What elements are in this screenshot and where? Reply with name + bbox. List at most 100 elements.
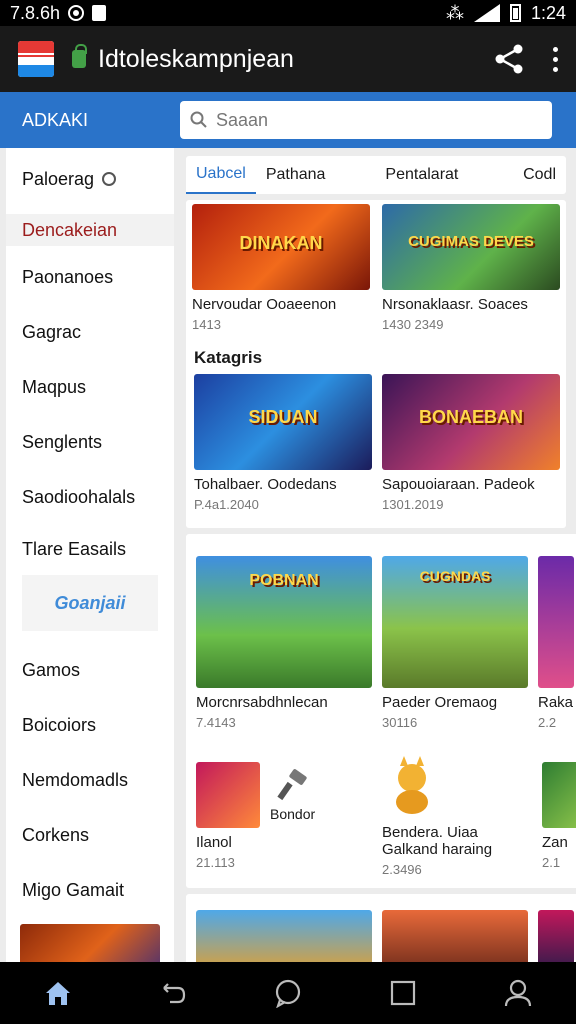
game-value: 2.2 — [538, 715, 557, 730]
game-tile-small[interactable]: Zan 2.1 — [542, 762, 576, 870]
tab-bar: Uabcel Pathana Pentalarat Codl — [186, 156, 566, 194]
status-bar: 7.8.6h ⁂ 1:24 — [0, 0, 576, 26]
more-options-icon[interactable] — [552, 46, 558, 72]
search-icon[interactable] — [102, 172, 117, 186]
sidebar-item-9[interactable]: Boicoiors — [6, 698, 174, 753]
profile-icon[interactable] — [503, 978, 533, 1008]
game-value: 7.4143 — [196, 715, 236, 730]
game-tile[interactable]: CUGIMAS DEVES Nrsonaklaasr. Soaces 1430 … — [382, 204, 560, 332]
game-art-title: CUGNDAS — [419, 568, 491, 584]
header-bar: ADKAKI Saaan — [0, 92, 576, 148]
sidebar-item-10[interactable]: Nemdomadls — [6, 753, 174, 808]
tab-1[interactable]: Pathana — [256, 156, 336, 194]
games-card-bottom — [186, 894, 576, 962]
sidebar-item-2[interactable]: Paonanoes — [6, 250, 174, 305]
search-input[interactable]: Saaan — [180, 101, 552, 139]
game-art-title: SIDUAN — [248, 406, 318, 427]
game-thumbnail: SIDUAN — [194, 374, 372, 470]
game-name: Ilanol — [196, 834, 232, 851]
game-name: Paeder Oremaog — [382, 694, 498, 711]
app-title: Idtoleskampnjean — [98, 44, 294, 73]
sidebar-item-5[interactable]: Senglents — [6, 415, 174, 470]
sidebar-item-8[interactable]: Gamos — [6, 643, 174, 698]
game-tile[interactable]: POBNAN Morcnrsabdhnlecan 7.4143 — [196, 556, 372, 730]
game-thumbnail[interactable] — [538, 910, 574, 962]
sidebar-badge-label: Goanjaii — [54, 592, 126, 613]
game-name: Raka — [538, 694, 574, 711]
game-thumbnail[interactable] — [382, 910, 528, 962]
hammer-icon — [276, 769, 307, 801]
game-thumbnail — [538, 556, 574, 688]
game-thumbnail[interactable] — [196, 910, 372, 962]
recents-icon[interactable] — [388, 978, 418, 1008]
game-name: Bendera. Uiaa Galkand haraing — [382, 824, 493, 858]
game-tile[interactable]: DINAKAN Nervoudar Ooaeenon 1413 — [192, 204, 370, 332]
game-value: 30116 — [382, 715, 418, 730]
sidebar-game-thumbnail[interactable] — [20, 924, 160, 962]
signal-icon — [473, 4, 500, 22]
game-name: Zan — [542, 834, 568, 851]
game-thumbnail: CUGNDAS — [382, 556, 528, 688]
sidebar-item-1[interactable]: Dencakeian — [6, 214, 174, 246]
game-thumbnail: POBNAN — [196, 556, 372, 688]
game-tile-small[interactable]: Bendera. Uiaa Galkand haraing 2.3496 — [382, 756, 532, 877]
vibrate-icon: ⁂ — [445, 2, 464, 23]
battery-icon — [509, 4, 521, 22]
back-icon[interactable] — [158, 978, 188, 1008]
game-art-title: DINAKAN — [239, 233, 323, 254]
game-value: 1430 2349 — [382, 317, 444, 332]
sidebar-item-4[interactable]: Maqpus — [6, 360, 174, 415]
section-title: Katagris — [194, 348, 263, 367]
lock-icon — [72, 44, 87, 68]
game-tile[interactable]: SIDUAN Tohalbaer. Oodedans P.4a1.2040 — [194, 374, 372, 512]
game-thumbnail: DINAKAN — [192, 204, 370, 290]
chat-icon[interactable] — [273, 978, 303, 1008]
game-thumbnail — [196, 762, 260, 828]
sidebar-item-12[interactable]: Migo Gamait — [6, 863, 174, 918]
game-value: 2.3496 — [382, 862, 422, 877]
games-card: POBNAN Morcnrsabdhnlecan 7.4143 CUGNDAS … — [186, 534, 576, 888]
app-logo-icon[interactable] — [18, 41, 54, 77]
sidebar-item-0[interactable]: Paloerag — [6, 148, 174, 210]
sidebar-item-11[interactable]: Corkens — [6, 808, 174, 863]
game-thumbnail — [542, 762, 576, 828]
app-bar: Idtoleskampnjean — [0, 26, 576, 92]
sidebar-item-7[interactable]: Tlare Easails — [6, 525, 174, 573]
game-name: Morcnrsabdhnlecan — [196, 694, 328, 711]
game-art-title: POBNAN — [249, 572, 319, 589]
sidebar: Paloerag Dencakeian Paonanoes Gagrac Maq… — [6, 148, 174, 962]
sidebar-item-label: Paloerag — [22, 168, 95, 189]
game-thumbnail — [382, 756, 442, 818]
game-thumbnail: CUGIMAS DEVES — [382, 204, 560, 290]
game-value: 1301.2019 — [382, 497, 444, 512]
game-tile[interactable]: Raka 2.2 — [538, 556, 574, 730]
tab-0[interactable]: Uabcel — [186, 156, 256, 194]
sidebar-item-3[interactable]: Gagrac — [6, 305, 174, 360]
tab-3[interactable]: Codl — [513, 156, 566, 194]
status-time: 1:24 — [530, 2, 566, 23]
search-icon — [190, 111, 207, 128]
sync-icon — [68, 5, 85, 21]
sidebar-badge[interactable]: Goanjaii — [22, 575, 158, 631]
game-value: 1413 — [192, 317, 221, 332]
game-value: 2.1 — [542, 855, 561, 870]
game-name: Nrsonaklaasr. Soaces — [382, 296, 528, 313]
game-name: Sapouoiaraan. Padeok — [382, 476, 535, 493]
game-art-title: CUGIMAS DEVES — [408, 233, 534, 251]
sidebar-item-6[interactable]: Saodioohalals — [6, 470, 174, 525]
game-tile[interactable]: BONAEBAN Sapouoiaraan. Padeok 1301.2019 — [382, 374, 560, 512]
game-tile-small[interactable]: Bondor Ilanol 21.113 — [196, 762, 376, 870]
game-tile[interactable]: CUGNDAS Paeder Oremaog 30116 — [382, 556, 528, 730]
main-content: Uabcel Pathana Pentalarat Codl DINAKAN N… — [178, 148, 576, 962]
bottom-nav-bar — [0, 962, 576, 1024]
small-label: Bondor — [270, 806, 316, 822]
game-value: P.4a1.2040 — [194, 497, 259, 512]
share-icon[interactable] — [494, 44, 524, 74]
notification-icon — [92, 5, 107, 21]
tab-2[interactable]: Pentalarat — [375, 156, 468, 194]
featured-card: DINAKAN Nervoudar Ooaeenon 1413 CUGIMAS … — [186, 200, 566, 528]
game-art-title: BONAEBAN — [418, 406, 523, 427]
game-name: Tohalbaer. Oodedans — [194, 476, 337, 493]
home-icon[interactable] — [43, 978, 73, 1008]
game-thumbnail: BONAEBAN — [382, 374, 560, 470]
